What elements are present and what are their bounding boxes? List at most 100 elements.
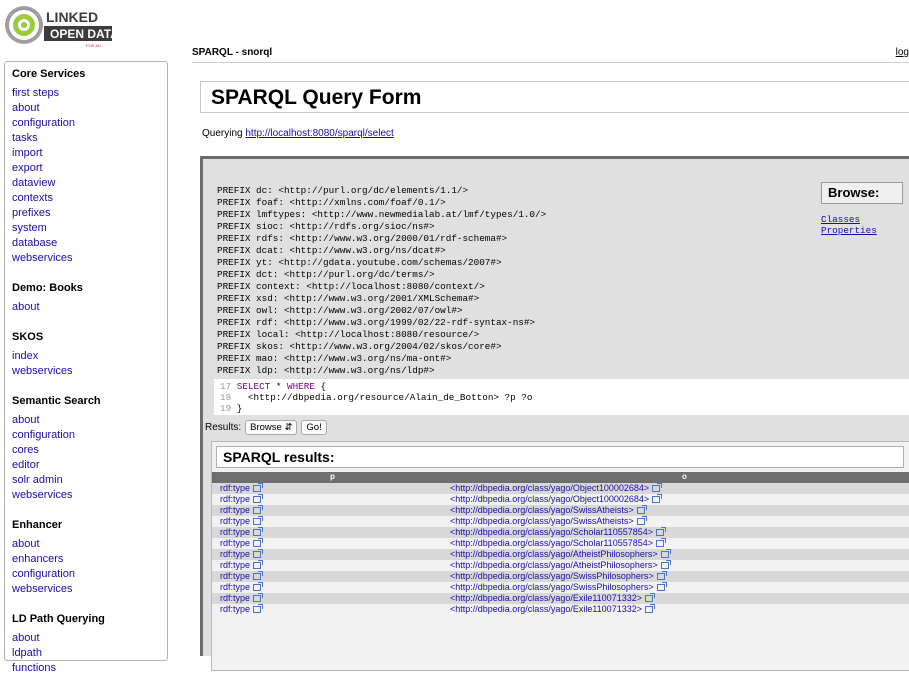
- prefix-line: PREFIX foaf: <http://xmlns.com/foaf/0.1/…: [217, 197, 446, 208]
- object-link[interactable]: <http://dbpedia.org/class/yago/Scholar11…: [450, 538, 666, 549]
- object-text: <http://dbpedia.org/class/yago/Scholar11…: [450, 538, 653, 548]
- logout-link[interactable]: log: [896, 47, 909, 58]
- sidebar: Core Services first steps about configurati…: [4, 61, 168, 674]
- external-link-icon[interactable]: [655, 538, 666, 547]
- predicate-link[interactable]: rdf:type: [220, 527, 264, 538]
- predicate-text: rdf:type: [220, 483, 251, 493]
- table-row: rdf:type <http://dbpedia.org/class/yago/A…: [212, 549, 909, 560]
- external-link-icon[interactable]: [644, 604, 655, 613]
- object-link[interactable]: <http://dbpedia.org/class/yago/Object100…: [450, 494, 663, 505]
- external-link-icon[interactable]: [656, 571, 667, 580]
- results-format-select[interactable]: Browse ⇵: [245, 420, 298, 435]
- sidebar-link[interactable]: about: [12, 300, 167, 315]
- external-link-icon[interactable]: [253, 571, 264, 580]
- sidebar-link[interactable]: prefixes: [12, 206, 167, 221]
- sidebar-link[interactable]: configuration: [12, 116, 167, 131]
- external-link-icon[interactable]: [253, 604, 264, 613]
- object-link[interactable]: <http://dbpedia.org/class/yago/AtheistPh…: [450, 549, 671, 560]
- sidebar-link[interactable]: editor: [12, 458, 167, 473]
- browse-properties-link[interactable]: Properties: [821, 225, 877, 236]
- predicate-link[interactable]: rdf:type: [220, 494, 264, 505]
- sidebar-link[interactable]: export: [12, 161, 167, 176]
- external-link-icon[interactable]: [253, 494, 264, 503]
- predicate-link[interactable]: rdf:type: [220, 549, 264, 560]
- sidebar-link[interactable]: about: [12, 537, 167, 552]
- external-link-icon[interactable]: [636, 516, 647, 525]
- predicate-link[interactable]: rdf:type: [220, 560, 264, 571]
- sidebar-link[interactable]: about: [12, 101, 167, 116]
- sidebar-link[interactable]: configuration: [12, 428, 167, 443]
- object-link[interactable]: <http://dbpedia.org/class/yago/Exile1100…: [450, 593, 655, 604]
- logo-tag: FOR ALL: [86, 43, 103, 48]
- sidebar-link[interactable]: about: [12, 413, 167, 428]
- object-link[interactable]: <http://dbpedia.org/class/yago/SwissPhil…: [450, 571, 667, 582]
- predicate-link[interactable]: rdf:type: [220, 505, 264, 516]
- sidebar-link[interactable]: functions: [12, 661, 167, 676]
- external-link-icon[interactable]: [656, 582, 667, 591]
- external-link-icon[interactable]: [652, 483, 663, 492]
- object-link[interactable]: <http://dbpedia.org/class/yago/Scholar11…: [450, 527, 666, 538]
- object-text: <http://dbpedia.org/class/yago/Exile1100…: [450, 604, 642, 614]
- line-number: 19: [220, 403, 232, 414]
- object-link[interactable]: <http://dbpedia.org/class/yago/SwissAthe…: [450, 516, 647, 527]
- external-link-icon[interactable]: [253, 593, 264, 602]
- object-link[interactable]: <http://dbpedia.org/class/yago/Exile1100…: [450, 604, 655, 615]
- sidebar-link[interactable]: about: [12, 631, 167, 646]
- predicate-link[interactable]: rdf:type: [220, 582, 264, 593]
- table-row: rdf:type <http://dbpedia.org/class/yago/O…: [212, 483, 909, 494]
- predicate-link[interactable]: rdf:type: [220, 593, 264, 604]
- go-button[interactable]: Go!: [301, 420, 327, 435]
- external-link-icon[interactable]: [253, 538, 264, 547]
- predicate-link[interactable]: rdf:type: [220, 516, 264, 527]
- sidebar-link[interactable]: webservices: [12, 582, 167, 597]
- querying-label: Querying: [202, 128, 246, 139]
- table-row: rdf:type <http://dbpedia.org/class/yago/S…: [212, 516, 909, 527]
- sidebar-link[interactable]: cores: [12, 443, 167, 458]
- sidebar-link[interactable]: index: [12, 349, 167, 364]
- predicate-link[interactable]: rdf:type: [220, 604, 264, 615]
- sidebar-link[interactable]: enhancers: [12, 552, 167, 567]
- external-link-icon[interactable]: [644, 593, 655, 602]
- sidebar-link[interactable]: first steps: [12, 86, 167, 101]
- sidebar-link[interactable]: database: [12, 236, 167, 251]
- sidebar-link[interactable]: solr admin: [12, 473, 167, 488]
- sidebar-link[interactable]: dataview: [12, 176, 167, 191]
- object-link[interactable]: <http://dbpedia.org/class/yago/SwissAthe…: [450, 505, 647, 516]
- external-link-icon[interactable]: [253, 582, 264, 591]
- sidebar-link[interactable]: system: [12, 221, 167, 236]
- object-link[interactable]: <http://dbpedia.org/class/yago/AtheistPh…: [450, 560, 671, 571]
- query-editor[interactable]: 17 SELECT * WHERE {18 <http://dbpedia.or…: [214, 379, 909, 415]
- predicate-link[interactable]: rdf:type: [220, 483, 264, 494]
- external-link-icon[interactable]: [253, 483, 264, 492]
- table-row: rdf:type <http://dbpedia.org/class/yago/O…: [212, 494, 909, 505]
- external-link-icon[interactable]: [655, 527, 666, 536]
- predicate-link[interactable]: rdf:type: [220, 538, 264, 549]
- predicate-link[interactable]: rdf:type: [220, 571, 264, 582]
- prefix-line: PREFIX ldp: <http://www.w3.org/ns/ldp#>: [217, 365, 435, 376]
- sidebar-link[interactable]: tasks: [12, 131, 167, 146]
- external-link-icon[interactable]: [652, 494, 663, 503]
- object-link[interactable]: <http://dbpedia.org/class/yago/Object100…: [450, 483, 663, 494]
- predicate-text: rdf:type: [220, 516, 251, 526]
- browse-classes-link[interactable]: Classes: [821, 214, 877, 225]
- external-link-icon[interactable]: [253, 549, 264, 558]
- external-link-icon[interactable]: [636, 505, 647, 514]
- sidebar-link[interactable]: webservices: [12, 251, 167, 266]
- external-link-icon[interactable]: [253, 527, 264, 536]
- sidebar-link[interactable]: ldpath: [12, 646, 167, 661]
- page-header-title: SPARQL - snorql: [192, 47, 273, 58]
- results-controls: Results: Browse ⇵ Go!: [205, 420, 327, 435]
- object-link[interactable]: <http://dbpedia.org/class/yago/SwissPhil…: [450, 582, 667, 593]
- external-link-icon[interactable]: [253, 505, 264, 514]
- external-link-icon[interactable]: [660, 549, 671, 558]
- external-link-icon[interactable]: [660, 560, 671, 569]
- sidebar-link[interactable]: import: [12, 146, 167, 161]
- sidebar-link[interactable]: contexts: [12, 191, 167, 206]
- sidebar-link[interactable]: webservices: [12, 364, 167, 379]
- endpoint-link[interactable]: http://localhost:8080/sparql/select: [245, 128, 393, 139]
- external-link-icon[interactable]: [253, 516, 264, 525]
- object-text: <http://dbpedia.org/class/yago/SwissPhil…: [450, 582, 654, 592]
- external-link-icon[interactable]: [253, 560, 264, 569]
- sidebar-link[interactable]: configuration: [12, 567, 167, 582]
- sidebar-link[interactable]: webservices: [12, 488, 167, 503]
